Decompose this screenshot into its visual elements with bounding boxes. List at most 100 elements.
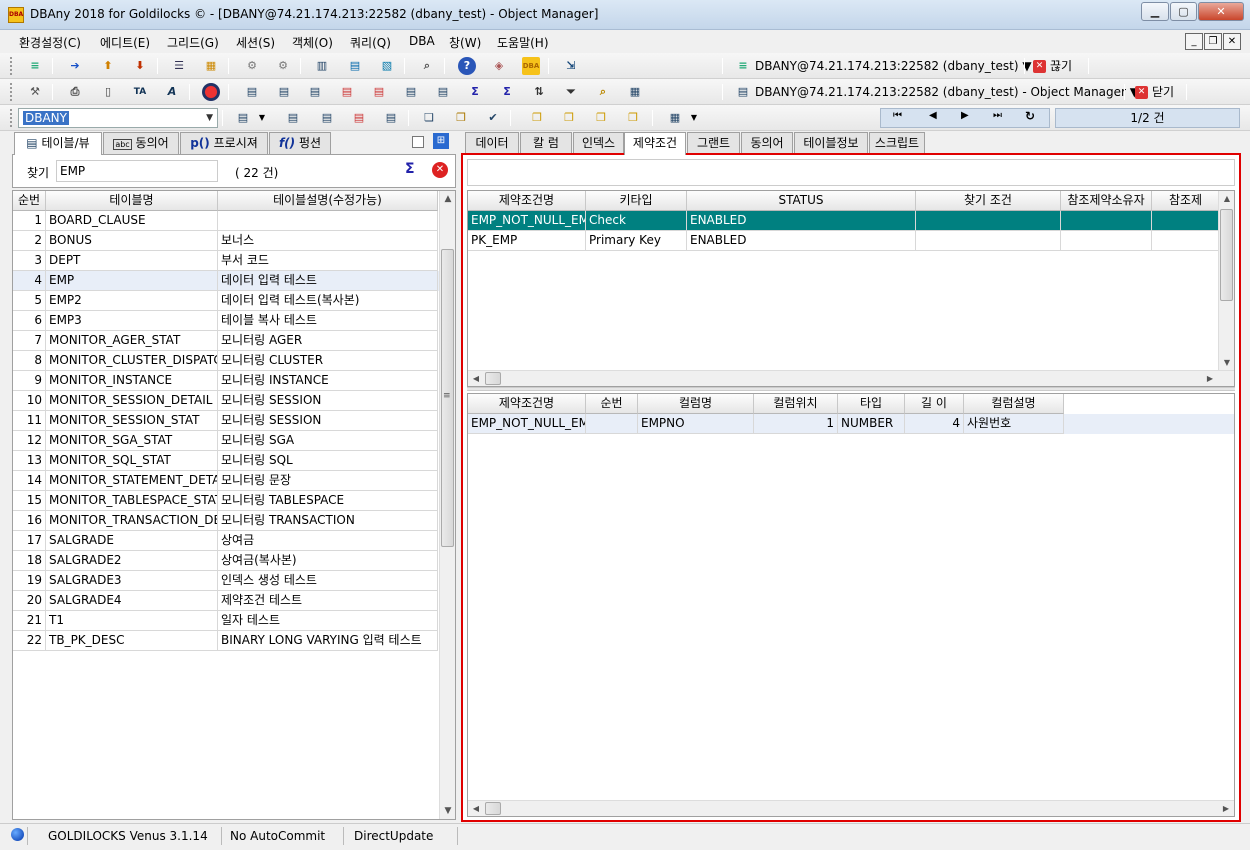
menu-grid[interactable]: 그리드(G) [167, 34, 219, 51]
table-row[interactable]: EMP_NOT_NULL_EMP Check ENABLED [468, 211, 1234, 231]
binoculars-icon[interactable]: ⌕ [418, 57, 436, 75]
pin-icon[interactable]: ⊞ [433, 133, 449, 149]
table-edit-icon[interactable]: ▤ [306, 83, 324, 101]
table-row[interactable]: 15 MONITOR_TABLESPACE_STAT 모니터링 TABLESPACE [13, 491, 455, 511]
splitter[interactable] [467, 387, 1235, 391]
document-icon[interactable]: ▯ [99, 83, 117, 101]
tab-synonyms[interactable]: abc 동의어 [103, 132, 179, 154]
close-window-button[interactable]: ✕ [1198, 2, 1244, 21]
menu-window[interactable]: 창(W) [449, 34, 481, 51]
filter-icon[interactable]: ⏷ [562, 83, 580, 101]
table-row[interactable]: 11 MONITOR_SESSION_STAT 모니터링 SESSION [13, 411, 455, 431]
dba-icon[interactable]: DBA [522, 57, 540, 75]
table-list-vscroll[interactable]: ▲ ≡ ▼ [439, 191, 455, 819]
scroll-down-icon[interactable]: ▼ [1219, 355, 1235, 371]
table-row[interactable]: 22 TB_PK_DESC BINARY LONG VARYING 입력 테스트 [13, 631, 455, 651]
refresh-icon[interactable]: ↻ [1025, 109, 1035, 123]
menu-object[interactable]: 객체(O) [292, 34, 333, 51]
table-delete-icon[interactable]: ▤ [338, 83, 356, 101]
sum-list-icon[interactable]: Σ [498, 83, 516, 101]
table-row[interactable]: 17 SALGRADE 상여금 [13, 531, 455, 551]
schema-combo[interactable]: DBANY ▼ [18, 108, 218, 128]
font-size-icon[interactable]: TA [131, 83, 149, 101]
column-header[interactable]: 키타입 [586, 191, 687, 211]
gear-icon[interactable]: ⚙ [243, 57, 261, 75]
tab-constraints[interactable]: 제약조건 [624, 132, 686, 155]
table-import-icon[interactable]: ▤ [402, 83, 420, 101]
menu-help[interactable]: 도움말(H) [497, 34, 549, 51]
connect-db-icon[interactable]: ≡ [26, 57, 44, 75]
layout-icon[interactable]: ▦ [666, 109, 684, 127]
download-icon[interactable]: ⬇ [131, 57, 149, 75]
column-header[interactable]: 테이블설명(수정가능) [218, 191, 438, 211]
column-header[interactable]: 길 이 [905, 394, 964, 414]
column-header[interactable]: 테이블명 [46, 191, 218, 211]
color-palette-icon[interactable] [202, 83, 220, 101]
sort-icon[interactable]: ⇅ [530, 83, 548, 101]
table-row[interactable]: 21 T1 일자 테스트 [13, 611, 455, 631]
scroll-left-icon[interactable]: ◀ [468, 801, 484, 817]
report-icon[interactable]: ▧ [378, 57, 396, 75]
italic-icon[interactable]: A [163, 83, 181, 101]
table-row[interactable]: EMP_NOT_NULL_EMP EMPNO 1 NUMBER 4 사원번호 [468, 414, 1234, 434]
close-window-tab-button[interactable]: 닫기 [1152, 82, 1174, 102]
grid-color-icon[interactable]: ▦ [202, 57, 220, 75]
constraints-vscroll[interactable]: ▲ ▼ [1218, 191, 1234, 371]
table-icon[interactable]: ▤ [243, 83, 261, 101]
script-copy-icon[interactable]: ❐ [560, 109, 578, 127]
table-row[interactable]: 13 MONITOR_SQL_STAT 모니터링 SQL [13, 451, 455, 471]
column-header[interactable]: 컬럼위치 [754, 394, 838, 414]
object-refresh-icon[interactable]: ▤ [382, 109, 400, 127]
constraint-columns-hscroll[interactable]: ◀ ▶ [468, 800, 1234, 816]
option-checkbox[interactable] [412, 136, 424, 148]
column-header[interactable]: 순번 [13, 191, 46, 211]
column-header[interactable]: 찾기 조건 [916, 191, 1061, 211]
table-row[interactable]: 1 BOARD_CLAUSE [13, 211, 455, 231]
clear-search-icon[interactable]: ✕ [432, 162, 448, 178]
column-header[interactable]: 참조제약소유자 [1061, 191, 1152, 211]
column-header[interactable]: 제약조건명 [468, 191, 586, 211]
find-icon[interactable]: ⌕ [594, 83, 612, 101]
tab-tables-views[interactable]: ▤ 테이블/뷰 [14, 132, 102, 155]
constraint-filter-input[interactable] [467, 159, 1235, 186]
search-input[interactable]: EMP [56, 160, 218, 182]
constraints-hscroll[interactable]: ◀ ▶ [468, 370, 1234, 386]
menu-query[interactable]: 쿼리(Q) [350, 34, 391, 51]
chevron-down-icon[interactable]: ▼ [689, 109, 699, 127]
tab-indexes[interactable]: 인덱스 [573, 132, 624, 154]
column-header[interactable]: STATUS [687, 191, 916, 211]
table-row[interactable]: 9 MONITOR_INSTANCE 모니터링 INSTANCE [13, 371, 455, 391]
table-row[interactable]: 2 BONUS 보너스 [13, 231, 455, 251]
table-row[interactable]: PK_EMP Primary Key ENABLED [468, 231, 1234, 251]
sum-icon[interactable]: Σ [466, 83, 484, 101]
new-object-icon[interactable]: ▤ [234, 109, 252, 127]
tab-data[interactable]: 데이터 [465, 132, 519, 154]
table-add-icon[interactable]: ▤ [275, 83, 293, 101]
monitor-chart-icon[interactable]: ▤ [346, 57, 364, 75]
maximize-button[interactable]: ▢ [1170, 2, 1197, 21]
column-header[interactable]: 순번 [586, 394, 638, 414]
disconnect-button[interactable]: 끊기 [1050, 56, 1072, 76]
tab-grants[interactable]: 그랜트 [687, 132, 740, 154]
copy-icon[interactable]: ❏ [420, 109, 438, 127]
print-icon[interactable]: ⎙ [66, 83, 84, 101]
object-grid-icon[interactable]: ▤ [284, 109, 302, 127]
export-grid-icon[interactable]: ▦ [626, 83, 644, 101]
table-row[interactable]: 19 SALGRADE3 인덱스 생성 테스트 [13, 571, 455, 591]
table-row[interactable]: 5 EMP2 데이터 입력 테스트(복사본) [13, 291, 455, 311]
menu-settings[interactable]: 환경설정(C) [19, 34, 81, 51]
next-page-icon[interactable]: ▶ [961, 110, 969, 121]
scroll-thumb[interactable] [485, 372, 501, 385]
table-row[interactable]: 20 SALGRADE4 제약조건 테스트 [13, 591, 455, 611]
window-dropdown[interactable]: DBANY@74.21.174.213:22582 (dbany_test) -… [755, 82, 1139, 102]
mdi-close-button[interactable]: ✕ [1223, 33, 1241, 50]
script-edit-icon[interactable]: ❐ [592, 109, 610, 127]
session-dropdown[interactable]: DBANY@74.21.174.213:22582 (dbany_test) ▼ [755, 56, 1032, 76]
package-icon[interactable]: ◈ [490, 57, 508, 75]
column-header[interactable]: 제약조건명 [468, 394, 586, 414]
object-edit-icon[interactable]: ▤ [318, 109, 336, 127]
scroll-up-icon[interactable]: ▲ [440, 191, 456, 207]
table-copy-icon[interactable]: ▤ [434, 83, 452, 101]
help-icon[interactable]: ? [458, 57, 476, 75]
last-page-icon[interactable]: ⏭ [993, 110, 1002, 121]
